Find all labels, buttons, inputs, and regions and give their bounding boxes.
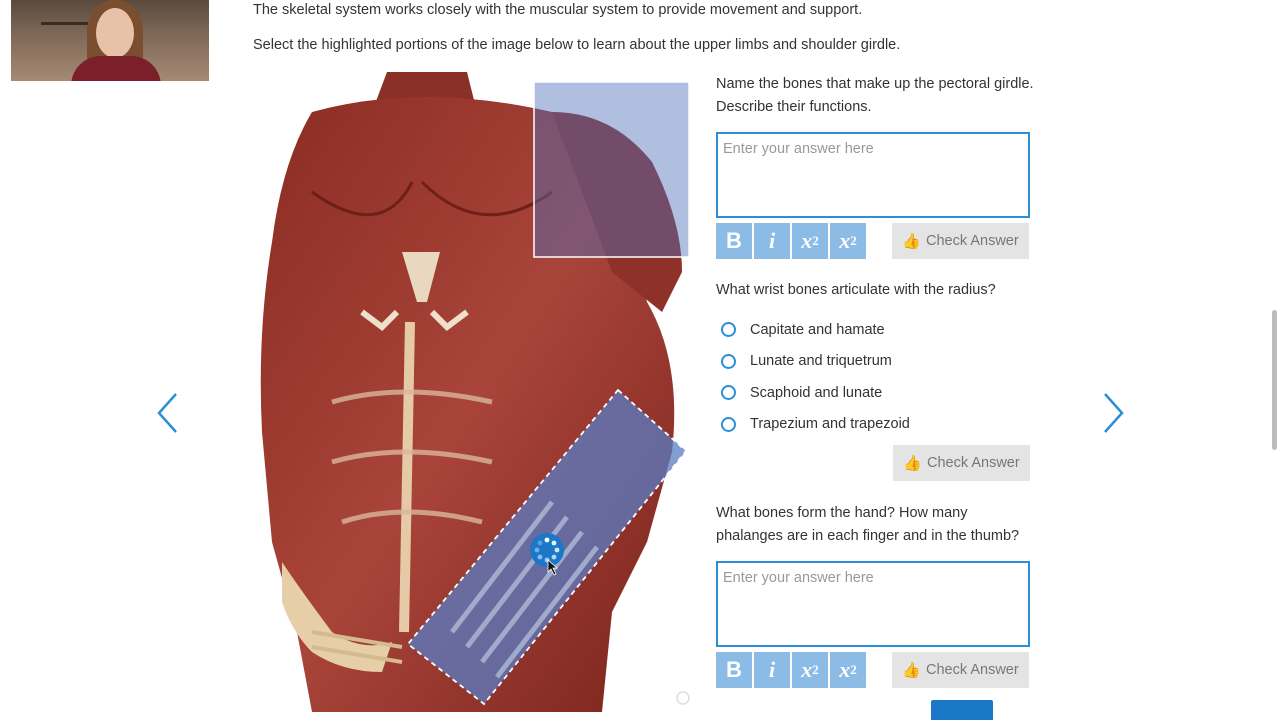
question-1-check-answer-button[interactable]: 👍 Check Answer	[892, 223, 1029, 259]
superscript-base: x	[839, 657, 851, 682]
radio-button[interactable]	[721, 353, 736, 369]
thumbs-up-icon: 👍	[902, 233, 921, 250]
question-2-toolbar: 👍 Check Answer	[716, 445, 1036, 481]
question-panel: Name the bones that make up the pectoral…	[716, 72, 1036, 688]
subscript-index: 2	[812, 662, 819, 677]
chevron-right-icon	[1104, 393, 1124, 433]
question-3-toolbar: B i x2 x2 👍 Check Answer	[716, 652, 1036, 688]
check-answer-label: Check Answer	[926, 233, 1019, 249]
intro-text-2: Select the highlighted portions of the i…	[253, 37, 901, 53]
superscript-button[interactable]: x2	[830, 652, 866, 688]
thumbs-up-icon: 👍	[903, 455, 922, 472]
radio-button[interactable]	[721, 322, 736, 338]
question-3-answer-input[interactable]	[716, 561, 1030, 647]
thumbs-up-icon: 👍	[902, 662, 921, 679]
next-slide-button[interactable]	[1101, 392, 1125, 434]
subscript-base: x	[801, 228, 813, 253]
superscript-index: 2	[850, 662, 857, 677]
question-2-prompt: What wrist bones articulate with the rad…	[716, 282, 996, 298]
option-label: Lunate and triquetrum	[750, 353, 892, 370]
question-1-prompt: Name the bones that make up the pectoral…	[716, 76, 1034, 115]
webcam-presenter-face	[96, 8, 134, 58]
check-answer-label: Check Answer	[927, 455, 1020, 471]
question-1-answer-input[interactable]	[716, 132, 1030, 218]
bold-button[interactable]: B	[716, 223, 752, 259]
chevron-left-icon	[157, 393, 177, 433]
webcam-presenter-shirt	[71, 56, 161, 81]
option-label: Capitate and hamate	[750, 321, 885, 338]
subscript-base: x	[801, 657, 813, 682]
subscript-index: 2	[812, 233, 819, 248]
superscript-base: x	[839, 228, 851, 253]
question-3-check-answer-button[interactable]: 👍 Check Answer	[892, 652, 1029, 688]
shoulder-hotspot[interactable]	[533, 81, 690, 258]
option-trapezium-and-trapezoid[interactable]: Trapezium and trapezoid	[716, 409, 1036, 441]
spinner-icon	[530, 533, 564, 567]
check-answer-label: Check Answer	[926, 662, 1019, 678]
italic-button[interactable]: i	[754, 223, 790, 259]
option-capitate-and-hamate[interactable]: Capitate and hamate	[716, 314, 1036, 346]
question-3-prompt: What bones form the hand? How many phala…	[716, 505, 1020, 544]
question-2-check-answer-button[interactable]: 👍 Check Answer	[893, 445, 1030, 481]
radio-button[interactable]	[721, 385, 736, 401]
superscript-index: 2	[850, 233, 857, 248]
partial-blue-button[interactable]	[931, 700, 993, 720]
subscript-button[interactable]: x2	[792, 652, 828, 688]
option-scaphoid-and-lunate[interactable]: Scaphoid and lunate	[716, 377, 1036, 409]
page-scrollbar[interactable]	[1272, 310, 1277, 450]
copyright-icon	[676, 691, 690, 705]
radio-button[interactable]	[721, 416, 736, 432]
superscript-button[interactable]: x2	[830, 223, 866, 259]
previous-slide-button[interactable]	[156, 392, 180, 434]
italic-button[interactable]: i	[754, 652, 790, 688]
intro-text-1: The skeletal system works closely with t…	[253, 2, 863, 18]
bold-button[interactable]: B	[716, 652, 752, 688]
option-label: Scaphoid and lunate	[750, 384, 883, 401]
subscript-button[interactable]: x2	[792, 223, 828, 259]
question-1-toolbar: B i x2 x2 👍 Check Answer	[716, 223, 1036, 259]
option-lunate-and-triquetrum[interactable]: Lunate and triquetrum	[716, 346, 1036, 378]
anatomy-figure	[252, 72, 702, 712]
question-2-options: Capitate and hamate Lunate and triquetru…	[716, 314, 1036, 440]
option-label: Trapezium and trapezoid	[750, 416, 910, 433]
webcam-video	[11, 0, 209, 81]
